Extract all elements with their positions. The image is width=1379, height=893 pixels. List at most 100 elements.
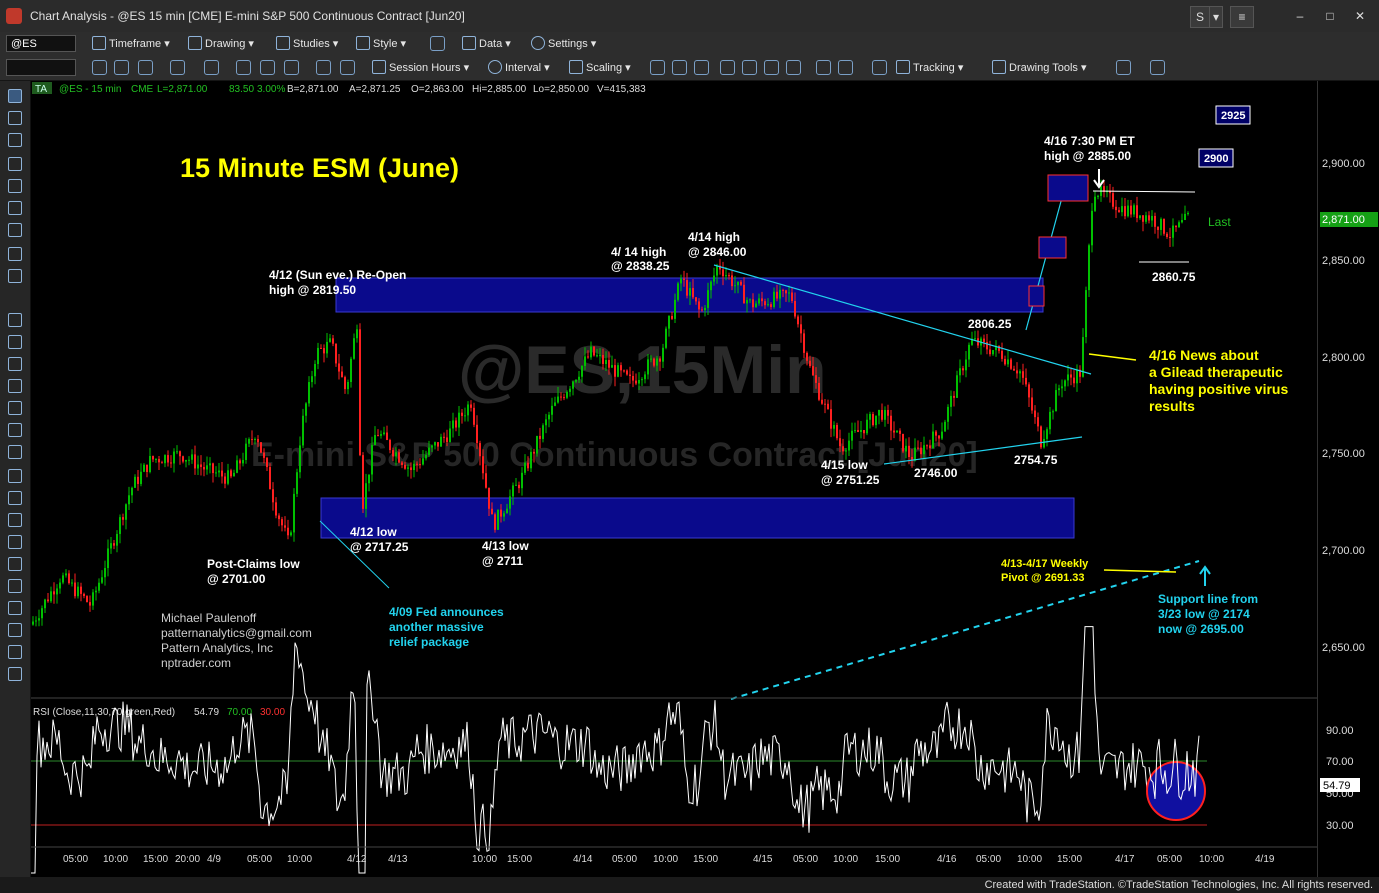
candle-body bbox=[1055, 390, 1057, 412]
candle-body bbox=[485, 473, 487, 488]
zoom-out-icon[interactable] bbox=[838, 60, 853, 75]
candle-body bbox=[839, 438, 841, 447]
text-tool-icon[interactable] bbox=[8, 579, 22, 593]
cycle-icon[interactable] bbox=[204, 60, 219, 75]
fib-extension-icon[interactable] bbox=[8, 335, 22, 349]
candle-icon[interactable] bbox=[672, 60, 687, 75]
symbol-input[interactable]: @ES bbox=[6, 35, 76, 52]
price-axis[interactable]: 2,900.00 2,850.00 2,800.00 2,750.00 2,70… bbox=[1317, 81, 1379, 877]
window-icon[interactable] bbox=[340, 60, 355, 75]
insert-icon[interactable] bbox=[316, 60, 331, 75]
window-menu-button[interactable]: ≡ bbox=[1230, 6, 1254, 28]
fib-time-icon[interactable] bbox=[8, 357, 22, 371]
candle-body bbox=[233, 472, 235, 477]
candle-body bbox=[431, 445, 433, 448]
print-icon[interactable] bbox=[260, 60, 275, 75]
time-tick: 15:00 bbox=[1057, 854, 1082, 865]
tracking-menu[interactable]: Tracking ▾ bbox=[896, 60, 963, 74]
candle-body bbox=[1067, 374, 1069, 381]
candle-body bbox=[377, 435, 379, 437]
candle-body bbox=[266, 457, 268, 468]
chart-area[interactable]: TA @ES - 15 min CME L=2,871.00 83.50 3.0… bbox=[31, 81, 1317, 877]
ray-icon[interactable] bbox=[8, 179, 22, 193]
gann-icon[interactable] bbox=[8, 423, 22, 437]
chat-icon[interactable] bbox=[1150, 60, 1165, 75]
scaling-label: Scaling bbox=[586, 62, 623, 74]
candle-body bbox=[650, 358, 652, 360]
minimize-button[interactable]: – bbox=[1288, 6, 1312, 26]
session-hours-menu[interactable]: Session Hours ▾ bbox=[372, 60, 469, 74]
s-button[interactable]: S bbox=[1190, 6, 1210, 28]
settings-menu[interactable]: Settings ▾ bbox=[531, 36, 596, 50]
bar-chart-icon[interactable] bbox=[650, 60, 665, 75]
candle-body bbox=[251, 439, 253, 441]
candle-body bbox=[422, 458, 424, 465]
studies-menu[interactable]: Studies ▾ bbox=[276, 36, 338, 50]
dot-chart-icon[interactable] bbox=[742, 60, 757, 75]
panel-icon[interactable] bbox=[786, 60, 801, 75]
spiral-icon[interactable] bbox=[8, 401, 22, 415]
eraser-icon[interactable] bbox=[8, 645, 22, 659]
candle-hollow-icon[interactable] bbox=[694, 60, 709, 75]
candle-body bbox=[596, 355, 598, 357]
header-bid: B=2,871.00 bbox=[287, 84, 339, 95]
arrow-up-icon[interactable] bbox=[8, 469, 22, 483]
fib-retracement-icon[interactable] bbox=[8, 313, 22, 327]
candle-body bbox=[134, 476, 136, 488]
line-chart-icon[interactable] bbox=[720, 60, 735, 75]
close-button[interactable]: ✕ bbox=[1348, 6, 1372, 26]
data-menu[interactable]: Data ▾ bbox=[462, 36, 511, 50]
channel-icon[interactable] bbox=[8, 223, 22, 237]
pattern-icon[interactable] bbox=[8, 445, 22, 459]
pointer-icon[interactable] bbox=[8, 89, 22, 103]
crosshair-tool-icon[interactable] bbox=[8, 111, 22, 125]
arrow-down-icon[interactable] bbox=[8, 491, 22, 505]
pivot-label-2: Pivot @ 2691.33 bbox=[1001, 572, 1085, 584]
interval-input[interactable] bbox=[6, 59, 76, 76]
zoom-in-icon[interactable] bbox=[816, 60, 831, 75]
grid-icon[interactable] bbox=[872, 60, 887, 75]
link-icon[interactable] bbox=[430, 36, 445, 51]
eyedropper-icon[interactable] bbox=[8, 133, 22, 147]
arrow-marker-icon[interactable] bbox=[8, 513, 22, 527]
export-icon[interactable] bbox=[1116, 60, 1131, 75]
timer-icon[interactable] bbox=[114, 60, 129, 75]
andrews-icon[interactable] bbox=[8, 269, 22, 283]
maximize-button[interactable]: □ bbox=[1318, 6, 1342, 26]
rectangle-icon[interactable] bbox=[8, 557, 22, 571]
header-last: L=2,871.00 bbox=[157, 84, 208, 95]
style-menu[interactable]: Style ▾ bbox=[356, 36, 406, 50]
copy-icon[interactable] bbox=[284, 60, 299, 75]
timeframe-menu[interactable]: Timeframe ▾ bbox=[92, 36, 170, 50]
histogram-icon[interactable] bbox=[764, 60, 779, 75]
trendline-icon[interactable] bbox=[8, 157, 22, 171]
ellipse-icon[interactable] bbox=[8, 535, 22, 549]
horizontal-line-icon[interactable] bbox=[8, 201, 22, 215]
template-icon[interactable] bbox=[170, 60, 185, 75]
level-2900-label: 2900 bbox=[1204, 153, 1228, 165]
s-dropdown-button[interactable]: ▾ bbox=[1209, 6, 1223, 28]
highlighter-icon[interactable] bbox=[8, 623, 22, 637]
interval-menu[interactable]: Interval ▾ bbox=[488, 60, 550, 74]
candle-body bbox=[1022, 371, 1024, 378]
candle-body bbox=[479, 443, 481, 457]
candle-body bbox=[347, 381, 349, 390]
candle-body bbox=[836, 425, 838, 439]
scaling-menu[interactable]: Scaling ▾ bbox=[569, 60, 631, 74]
ruler-icon[interactable] bbox=[8, 601, 22, 615]
lock-icon[interactable] bbox=[8, 667, 22, 681]
candle-body bbox=[1112, 193, 1114, 207]
arc-icon[interactable] bbox=[8, 247, 22, 261]
image-icon[interactable] bbox=[236, 60, 251, 75]
flask-icon bbox=[276, 36, 290, 50]
candle-body bbox=[554, 402, 556, 406]
fib-fan-icon[interactable] bbox=[8, 379, 22, 393]
refresh-icon[interactable] bbox=[92, 60, 107, 75]
candle-body bbox=[566, 391, 568, 398]
drawing-tools-menu[interactable]: Drawing Tools ▾ bbox=[992, 60, 1086, 74]
candle-body bbox=[50, 591, 52, 602]
candle-body bbox=[929, 445, 931, 449]
drawing-menu[interactable]: Drawing ▾ bbox=[188, 36, 254, 50]
calendar-icon[interactable] bbox=[138, 60, 153, 75]
candle-body bbox=[785, 290, 787, 294]
